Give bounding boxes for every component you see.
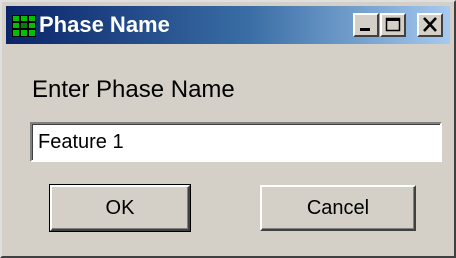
cancel-button[interactable]: Cancel bbox=[260, 185, 416, 231]
phase-name-input[interactable] bbox=[30, 122, 442, 162]
window-title: Phase Name bbox=[39, 12, 170, 37]
maximize-icon bbox=[385, 17, 401, 32]
prompt-label: Enter Phase Name bbox=[32, 76, 235, 103]
close-button[interactable] bbox=[417, 13, 443, 37]
phase-name-dialog: Phase Name Enter Phase Name OK Cancel bbox=[0, 0, 456, 258]
minimize-button[interactable] bbox=[353, 13, 379, 37]
ok-button[interactable]: OK bbox=[49, 184, 191, 232]
maximize-button[interactable] bbox=[380, 13, 406, 37]
minimize-icon bbox=[360, 28, 370, 31]
close-icon bbox=[423, 17, 437, 32]
title-bar[interactable]: Phase Name bbox=[6, 6, 450, 44]
app-icon bbox=[12, 15, 36, 37]
